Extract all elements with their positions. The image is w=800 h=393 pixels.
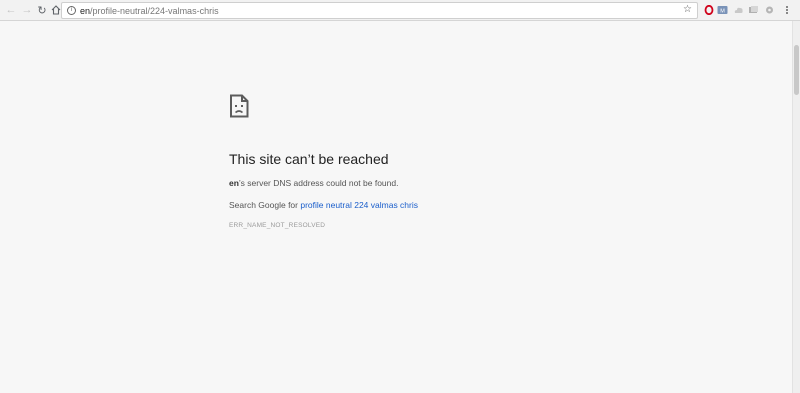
browser-toolbar: ← → ↻ i en/profile-neutral/224-valmas-ch… <box>0 0 800 21</box>
search-prefix: Search Google for <box>229 200 301 210</box>
reload-icon[interactable]: ↻ <box>35 3 49 17</box>
extension-icon[interactable] <box>748 4 759 15</box>
error-title: This site can’t be reached <box>229 151 389 167</box>
error-content: This site can’t be reached en’s server D… <box>229 94 659 229</box>
url-path: /profile-neutral/224-valmas-chris <box>90 5 219 16</box>
address-bar[interactable]: i en/profile-neutral/224-valmas-chris ☆ <box>61 2 698 19</box>
extension-icon[interactable] <box>733 4 744 15</box>
opera-icon[interactable] <box>703 4 714 15</box>
extension-icon[interactable] <box>764 4 775 15</box>
error-host: en <box>229 178 239 188</box>
back-icon[interactable]: ← <box>4 3 18 17</box>
scrollbar[interactable] <box>792 21 800 393</box>
menu-icon[interactable] <box>781 4 792 15</box>
svg-text:M: M <box>720 8 725 14</box>
info-icon[interactable]: i <box>67 6 76 15</box>
scrollbar-thumb[interactable] <box>794 45 799 95</box>
url-host: en <box>80 5 91 16</box>
search-link[interactable]: profile neutral 224 valmas chris <box>300 200 418 210</box>
sad-page-icon <box>230 94 249 118</box>
extension-icon[interactable]: M <box>717 4 728 15</box>
dns-error-message: en’s server DNS address could not be fou… <box>229 178 659 188</box>
search-suggestion: Search Google for profile neutral 224 va… <box>229 200 659 210</box>
star-icon[interactable]: ☆ <box>683 4 692 15</box>
error-code: ERR_NAME_NOT_RESOLVED <box>229 222 326 229</box>
dns-error-text: ’s server DNS address could not be found… <box>238 178 399 188</box>
forward-icon[interactable]: → <box>20 3 34 17</box>
